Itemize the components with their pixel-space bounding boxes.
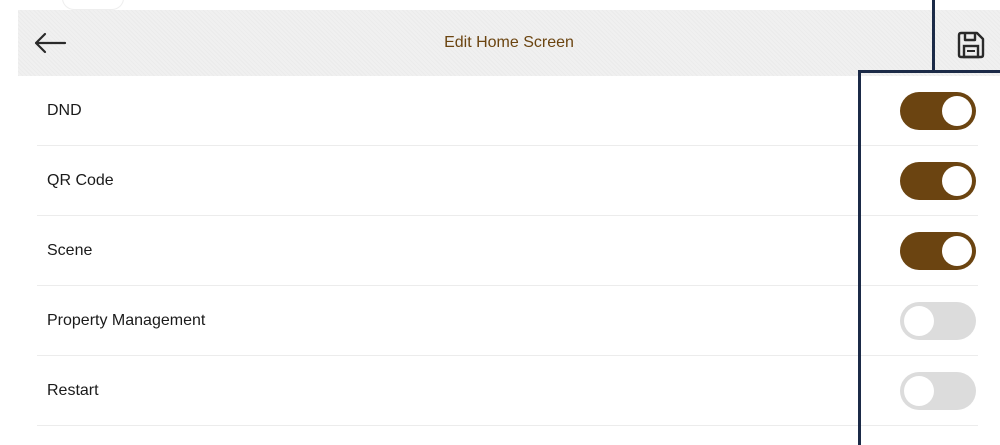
row-divider (37, 425, 978, 426)
status-strip (0, 0, 1000, 10)
restart-toggle[interactable] (900, 372, 976, 410)
setting-label: Restart (47, 382, 99, 399)
toggle-knob (904, 306, 934, 336)
scene-toggle[interactable] (900, 232, 976, 270)
setting-label: DND (47, 102, 82, 119)
status-ghost (62, 0, 124, 10)
setting-row-scene: Scene (0, 216, 1000, 286)
toggle-knob (942, 166, 972, 196)
arrow-left-icon (34, 32, 67, 54)
floppy-disk-icon (957, 31, 985, 59)
setting-label: Scene (47, 242, 93, 259)
edit-home-screen-page: Edit Home Screen DND QR Code Scene Prope… (0, 0, 1000, 445)
qr-code-toggle[interactable] (900, 162, 976, 200)
page-title: Edit Home Screen (444, 34, 574, 51)
setting-row-dnd: DND (0, 76, 1000, 146)
toggle-knob (942, 236, 972, 266)
back-button[interactable] (32, 26, 68, 60)
setting-label: Property Management (47, 312, 206, 329)
property-management-toggle[interactable] (900, 302, 976, 340)
toggle-knob (904, 376, 934, 406)
setting-label: QR Code (47, 172, 114, 189)
setting-row-property-management: Property Management (0, 286, 1000, 356)
header-bar: Edit Home Screen (18, 10, 1000, 76)
dnd-toggle[interactable] (900, 92, 976, 130)
save-button[interactable] (954, 28, 988, 62)
setting-row-qr-code: QR Code (0, 146, 1000, 216)
setting-row-restart: Restart (0, 356, 1000, 426)
toggle-knob (942, 96, 972, 126)
